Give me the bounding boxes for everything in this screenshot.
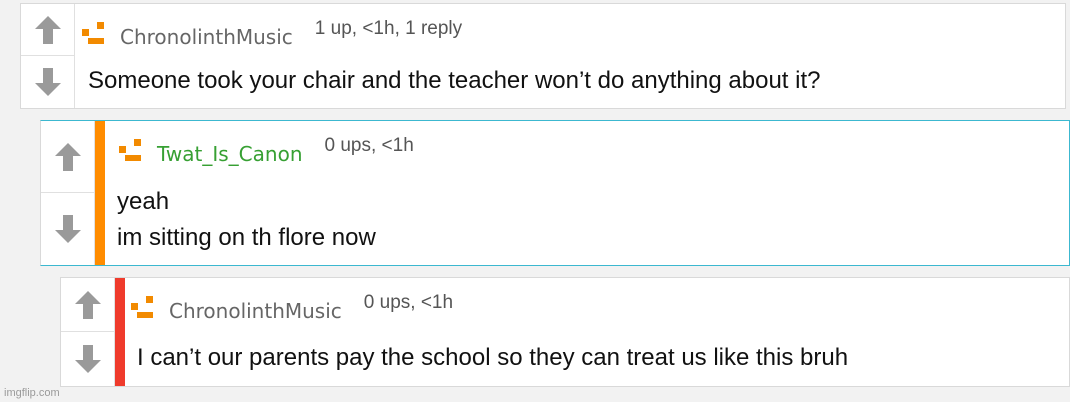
comment-2: Twat_Is_Canon 0 ups, <1h yeah im sitting… <box>40 120 1070 266</box>
comment-meta: ChronolinthMusic 1 up, <1h, 1 reply <box>82 16 463 48</box>
upvote-arrow-icon <box>34 15 61 44</box>
comment-text: yeah im sitting on th flore now <box>117 184 376 256</box>
downvote-arrow-icon <box>34 68 61 96</box>
default-avatar-icon[interactable] <box>82 20 112 46</box>
comment-text-line: yeah <box>117 188 170 215</box>
comment-stats: 1 up, <1h, 1 reply <box>314 18 463 39</box>
thread-stripe <box>95 121 105 265</box>
comment-body: ChronolinthMusic 1 up, <1h, 1 reply Some… <box>76 4 1065 108</box>
username[interactable]: ChronolinthMusic <box>169 300 342 322</box>
comment-text-line: I can’t our parents pay the school so th… <box>137 344 849 371</box>
thread-stripe <box>115 278 125 386</box>
downvote-button[interactable] <box>21 56 74 108</box>
downvote-button[interactable] <box>61 332 114 386</box>
upvote-button[interactable] <box>21 4 74 56</box>
comment-stats: 0 ups, <1h <box>324 135 414 156</box>
comment-stats: 0 ups, <1h <box>363 292 454 313</box>
comment-text-line: Someone took your chair and the teacher … <box>88 67 821 94</box>
upvote-button[interactable] <box>61 278 114 332</box>
vote-controls <box>61 278 115 386</box>
comment-1: ChronolinthMusic 1 up, <1h, 1 reply Some… <box>20 3 1066 109</box>
comment-meta: Twat_Is_Canon 0 ups, <1h <box>119 133 414 165</box>
comment-text: I can’t our parents pay the school so th… <box>137 340 848 376</box>
comment-3: ChronolinthMusic 0 ups, <1h I can’t our … <box>60 277 1070 387</box>
vote-controls <box>41 121 95 265</box>
downvote-arrow-icon <box>74 345 101 373</box>
username[interactable]: ChronolinthMusic <box>120 26 293 48</box>
downvote-arrow-icon <box>54 215 81 243</box>
downvote-button[interactable] <box>41 193 94 265</box>
upvote-button[interactable] <box>41 121 94 193</box>
comment-text: Someone took your chair and the teacher … <box>88 63 820 99</box>
upvote-arrow-icon <box>74 290 101 319</box>
default-avatar-icon[interactable] <box>131 294 161 320</box>
default-avatar-icon[interactable] <box>119 137 149 163</box>
username[interactable]: Twat_Is_Canon <box>157 143 303 165</box>
comment-body: Twat_Is_Canon 0 ups, <1h yeah im sitting… <box>105 121 1069 265</box>
vote-controls <box>21 4 75 108</box>
comment-text-line: im sitting on th flore now <box>117 224 376 251</box>
comment-meta: ChronolinthMusic 0 ups, <1h <box>131 290 454 322</box>
imgflip-watermark: imgflip.com <box>4 387 60 399</box>
comment-body: ChronolinthMusic 0 ups, <1h I can’t our … <box>125 278 1069 386</box>
upvote-arrow-icon <box>54 142 81 171</box>
